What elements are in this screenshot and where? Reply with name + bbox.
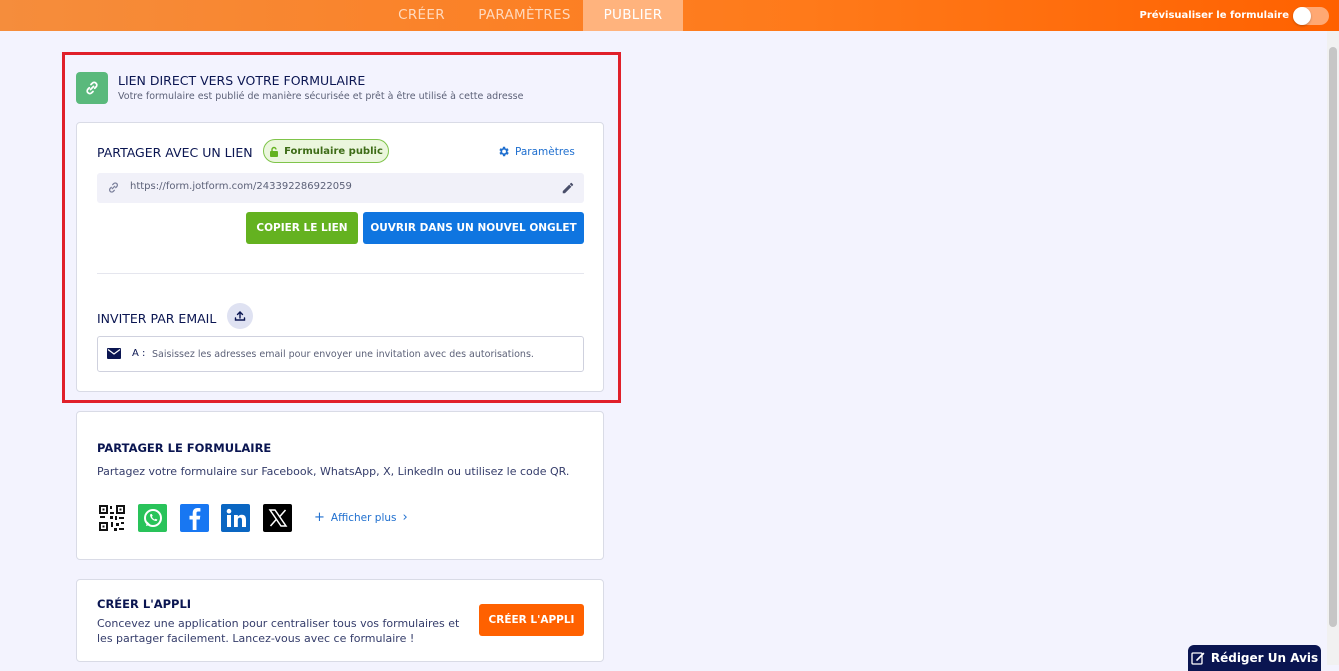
- write-review-label: Rédiger Un Avis: [1210, 651, 1319, 665]
- pencil-icon[interactable]: [561, 181, 575, 195]
- invite-email-title: INVITER PAR EMAIL: [97, 311, 217, 326]
- direct-link-title: LIEN DIRECT VERS VOTRE FORMULAIRE: [118, 73, 366, 88]
- copy-link-button[interactable]: COPIER LE LIEN: [246, 212, 358, 244]
- lock-icon: [270, 146, 279, 157]
- preview-label: Prévisualiser le formulaire: [1139, 10, 1289, 21]
- linkedin-icon[interactable]: [221, 504, 250, 532]
- link-icon: [76, 72, 108, 104]
- chain-icon: [109, 182, 118, 193]
- builder-tabs: CRÉER PARAMÈTRES PUBLIER: [377, 0, 683, 31]
- create-app-title: CRÉER L'APPLI: [97, 597, 192, 611]
- whatsapp-icon[interactable]: [138, 504, 167, 532]
- create-app-button[interactable]: CRÉER L'APPLI: [479, 604, 584, 636]
- edit-note-icon: [1191, 652, 1205, 665]
- public-form-badge: Formulaire public: [263, 139, 389, 163]
- section-divider: [97, 273, 584, 274]
- settings-link-label: Paramètres: [515, 145, 575, 158]
- email-placeholder: Saisissez les adresses email pour envoye…: [152, 349, 534, 360]
- upload-icon[interactable]: [227, 303, 253, 329]
- qr-code-icon[interactable]: [97, 504, 126, 532]
- share-form-card: [76, 411, 604, 560]
- chevron-right-icon: ›: [402, 510, 408, 525]
- email-to-label: A :: [132, 348, 146, 359]
- share-link-title: PARTAGER AVEC UN LIEN: [97, 145, 253, 160]
- tab-publier[interactable]: PUBLIER: [583, 0, 683, 31]
- direct-link-subtitle: Votre formulaire est publié de manière s…: [118, 91, 524, 102]
- email-invite-field[interactable]: A : Saisissez les adresses email pour en…: [97, 336, 584, 372]
- toggle-knob: [1293, 6, 1311, 25]
- preview-toggle[interactable]: [1293, 6, 1329, 25]
- open-new-tab-button[interactable]: OUVRIR DANS UN NOUVEL ONGLET: [363, 212, 584, 244]
- write-review-button[interactable]: Rédiger Un Avis: [1188, 645, 1321, 671]
- show-more-label: Afficher plus: [330, 512, 397, 524]
- scrollbar-thumb[interactable]: [1329, 47, 1337, 627]
- show-more-link[interactable]: + Afficher plus ›: [314, 510, 408, 525]
- public-form-badge-label: Formulaire public: [284, 145, 383, 157]
- share-form-description: Partagez votre formulaire sur Facebook, …: [97, 465, 570, 478]
- gear-icon: [499, 146, 509, 157]
- facebook-icon[interactable]: [180, 504, 209, 532]
- plus-icon: +: [314, 510, 325, 525]
- form-url-field[interactable]: https://form.jotform.com/243392286922059: [97, 173, 584, 203]
- tab-parametres[interactable]: PARAMÈTRES: [466, 0, 583, 31]
- create-app-description: Concevez une application pour centralise…: [97, 617, 460, 645]
- preview-control: Prévisualiser le formulaire: [1139, 0, 1329, 31]
- form-url-text: https://form.jotform.com/243392286922059: [130, 181, 352, 192]
- share-form-title: PARTAGER LE FORMULAIRE: [97, 441, 272, 455]
- tab-creer[interactable]: CRÉER: [377, 0, 466, 31]
- envelope-icon: [107, 348, 121, 359]
- top-bar: CRÉER PARAMÈTRES PUBLIER Prévisualiser l…: [0, 0, 1339, 31]
- x-icon[interactable]: [263, 504, 292, 532]
- settings-link[interactable]: Paramètres: [497, 145, 575, 158]
